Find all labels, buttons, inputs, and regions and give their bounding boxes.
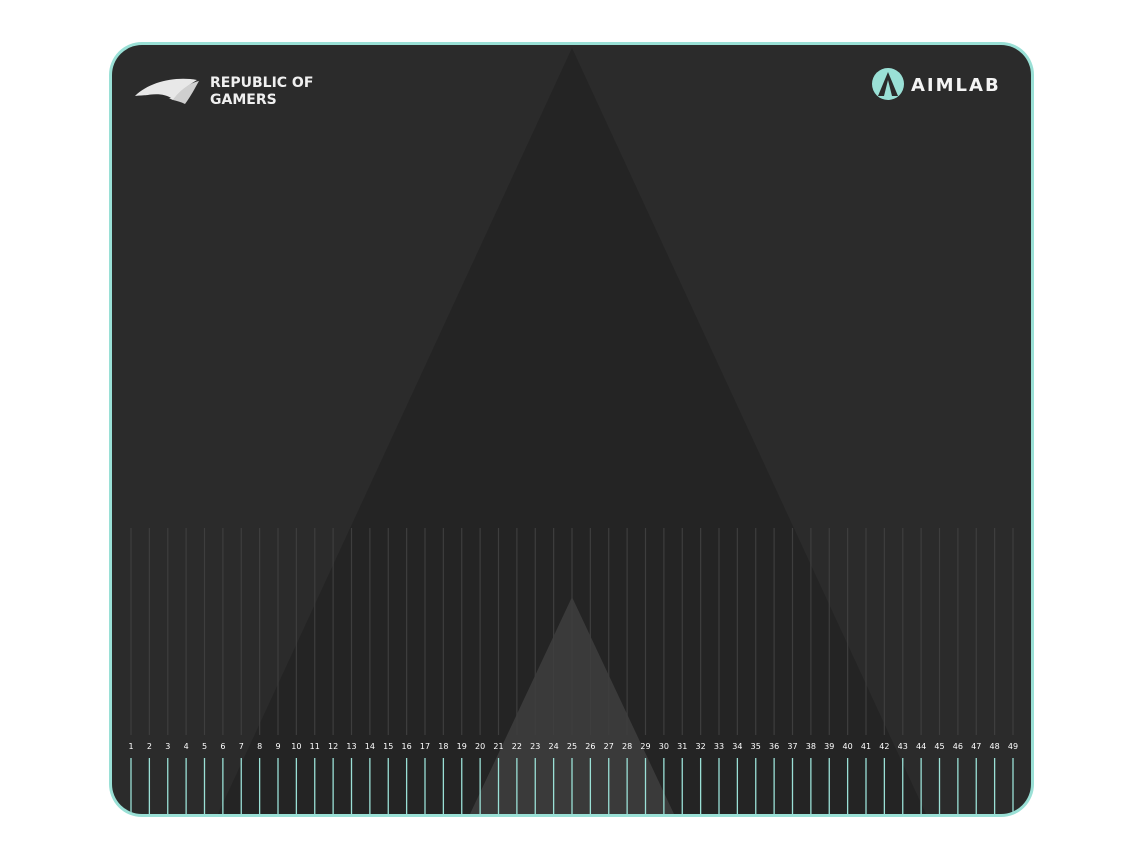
partner-name: AIMLAB [911, 75, 1001, 96]
ruler-number: 11 [310, 742, 320, 751]
ruler-number: 25 [567, 742, 577, 751]
ruler-number: 37 [787, 742, 797, 751]
ruler-number: 16 [402, 742, 412, 751]
ruler-number: 24 [549, 742, 559, 751]
ruler-number: 18 [438, 742, 448, 751]
ruler-number: 49 [1008, 742, 1018, 751]
ruler-number: 1 [128, 742, 133, 751]
ruler-number: 33 [714, 742, 724, 751]
ruler-number: 29 [640, 742, 650, 751]
ruler-number: 13 [346, 742, 356, 751]
ruler-number: 32 [696, 742, 706, 751]
ruler-number: 21 [493, 742, 503, 751]
ruler-number: 17 [420, 742, 430, 751]
ruler-number: 42 [879, 742, 889, 751]
brand-line-2: GAMERS [210, 92, 277, 108]
ruler-number: 38 [806, 742, 816, 751]
ruler-number: 2 [147, 742, 152, 751]
ruler-number: 15 [383, 742, 393, 751]
ruler-number: 43 [898, 742, 908, 751]
ruler-number: 41 [861, 742, 871, 751]
ruler-number: 8 [257, 742, 262, 751]
ruler-number: 12 [328, 742, 338, 751]
ruler-number: 9 [275, 742, 280, 751]
ruler-number: 35 [751, 742, 761, 751]
ruler-number: 36 [769, 742, 779, 751]
ruler-number: 44 [916, 742, 926, 751]
ruler-number: 26 [585, 742, 595, 751]
ruler-number: 27 [604, 742, 614, 751]
ruler-number: 4 [184, 742, 189, 751]
ruler-number: 19 [457, 742, 467, 751]
ruler-number: 6 [220, 742, 225, 751]
ruler-number: 45 [934, 742, 944, 751]
ruler-number: 28 [622, 742, 632, 751]
ruler-number: 5 [202, 742, 207, 751]
ruler-number: 31 [677, 742, 687, 751]
ruler-number: 22 [512, 742, 522, 751]
ruler-number: 34 [732, 742, 742, 751]
ruler-number: 30 [659, 742, 669, 751]
ruler-number: 10 [291, 742, 301, 751]
ruler-number: 23 [530, 742, 540, 751]
ruler-number: 7 [239, 742, 244, 751]
ruler-number: 47 [971, 742, 981, 751]
ruler-number: 40 [843, 742, 853, 751]
ruler-number: 20 [475, 742, 485, 751]
ruler-number: 46 [953, 742, 963, 751]
ruler-number: 48 [990, 742, 1000, 751]
ruler-number: 3 [165, 742, 170, 751]
brand-line-1: REPUBLIC OF [210, 75, 313, 91]
ruler-number: 14 [365, 742, 375, 751]
aimlab-triangle-icon [872, 68, 904, 100]
mousepad-image: 1 2 3 4 5 6 7 8 9 10 11 12 13 14 15 16 17 18 19 20 21 22 23 24 2… [109, 42, 1034, 817]
ruler-number: 39 [824, 742, 834, 751]
